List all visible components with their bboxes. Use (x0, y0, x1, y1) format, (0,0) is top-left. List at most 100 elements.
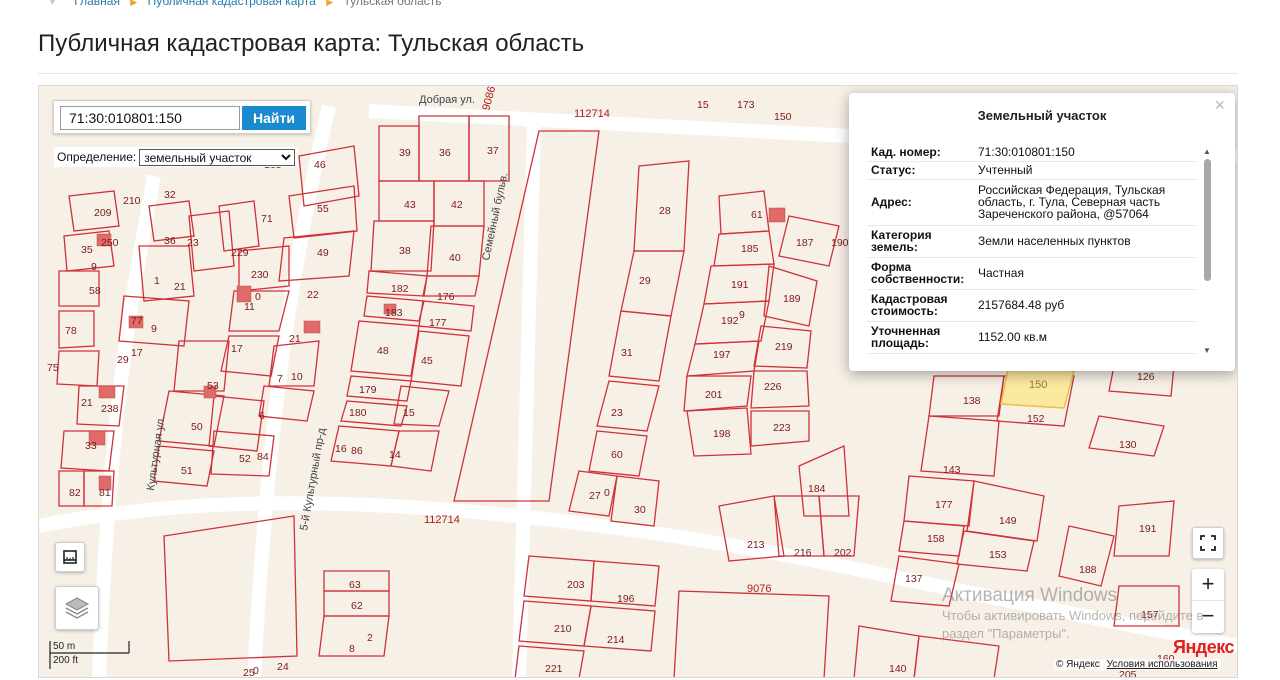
parcel-number-label: 219 (775, 341, 793, 353)
info-label: Форма собственности: (867, 257, 975, 290)
parcel-number-label: 9 (91, 261, 97, 273)
parcel-number-label: 8 (349, 643, 355, 655)
parcel-number-label: 10 (291, 371, 303, 383)
layers-icon (64, 597, 90, 619)
table-row: Уточненная площадь: 1152.00 кв.м (867, 321, 1197, 354)
parcel-number-label: 17 (231, 343, 243, 355)
info-value: 1152.00 кв.м (975, 321, 1197, 354)
table-row: Кадастровая стоимость: 2157684.48 руб (867, 289, 1197, 322)
parcel-number-label: 189 (783, 293, 801, 305)
table-row: Форма собственности: Частная (867, 257, 1197, 290)
parcel-number-label: 39 (399, 147, 411, 159)
cadastral-search-input[interactable] (60, 106, 240, 130)
parcel-number-label: 177 (429, 317, 447, 329)
info-value: 2157684.48 руб (975, 289, 1197, 322)
parcel-number-label: 49 (317, 247, 329, 259)
terms-link[interactable]: Условия использования (1107, 659, 1218, 670)
search-button[interactable]: Найти (242, 106, 306, 130)
block-label-9076: 9076 (747, 583, 771, 595)
popup-title: Земельный участок (977, 108, 1107, 123)
parcel-number-label: 45 (421, 355, 433, 367)
layers-button[interactable] (55, 586, 99, 630)
fullscreen-button[interactable] (1192, 527, 1224, 559)
parcel-number-label: 61 (751, 209, 763, 221)
watermark-line: раздел "Параметры". (942, 626, 1070, 641)
parcel-number-label: 226 (764, 381, 782, 393)
parcel-number-label: 51 (181, 465, 193, 477)
scale-metric: 50 m (53, 641, 76, 652)
info-value: Частная (975, 257, 1197, 290)
info-value: Земли населенных пунктов (975, 225, 1197, 258)
breadcrumb-home-link[interactable]: Главная (74, 0, 120, 8)
parcel-number-label: 191 (1139, 523, 1157, 535)
info-label: Категория земель: (867, 225, 975, 258)
parcel-number-label: 71 (261, 213, 273, 225)
parcel-number-label: 6 (259, 410, 265, 422)
cadastral-map[interactable]: Добрая ул. Семейный бульв. Культурная ул… (38, 85, 1238, 678)
parcel-number-label: 152 (1027, 413, 1045, 425)
parcel-number-label: 63 (349, 579, 361, 591)
definition-select[interactable]: земельный участок (139, 148, 296, 166)
parcel-number-label: 213 (747, 539, 765, 551)
block-label-112714-top: 112714 (574, 108, 610, 120)
breadcrumb-separator-icon: ▶ (326, 0, 334, 7)
parcel-number-label: 78 (65, 325, 77, 337)
parcel-number-label: 9 (151, 323, 157, 335)
info-label: Кадастровая стоимость: (867, 289, 975, 322)
parcel-number-label: 153 (989, 549, 1007, 561)
parcel-number-label: 86 (351, 445, 363, 457)
scroll-down-icon[interactable]: ▼ (1203, 346, 1211, 355)
yandex-logo[interactable]: Яндекс (1173, 637, 1235, 658)
scroll-thumb[interactable] (1204, 159, 1211, 281)
info-value: 71:30:010801:150 (975, 143, 1197, 162)
parcel-number-label: 17 (131, 347, 143, 359)
parcel-number-label: 179 (359, 384, 377, 396)
parcel-number-label: 191 (731, 279, 749, 291)
title-divider (38, 73, 1238, 74)
parcel-number-label: 180 (349, 407, 367, 419)
parcel-number-label: 197 (713, 349, 731, 361)
parcel-number-label: 58 (89, 285, 101, 297)
table-row: Статус: Учтенный (867, 161, 1197, 180)
parcel-number-label: 28 (659, 205, 671, 217)
parcel-number-label: 205 (1119, 669, 1137, 678)
breadcrumb: ▼ Главная ▶ Публичная кадастровая карта … (48, 0, 442, 8)
scale-imperial: 200 ft (53, 655, 79, 666)
parcel-number-label: 209 (94, 207, 112, 219)
parcel-number-label: 0 (253, 665, 259, 677)
parcel-number-label: 250 (101, 237, 119, 249)
parcel-number-label: 42 (451, 199, 463, 211)
parcel-number-label: 196 (617, 593, 635, 605)
parcel-number-label: 214 (607, 634, 625, 646)
watermark-line: Чтобы активировать Windows, перейдите в (942, 608, 1204, 623)
parcel-number-label: 37 (487, 145, 499, 157)
parcel-number-label: 221 (545, 663, 563, 675)
scroll-up-icon[interactable]: ▲ (1203, 147, 1211, 156)
parcel-number-label: 185 (741, 243, 759, 255)
ruler-button[interactable] (55, 542, 85, 572)
copyright-text: © Яндекс (1056, 659, 1100, 670)
watermark-title: Активация Windows (942, 585, 1118, 606)
table-row: Адрес: Российская Федерация, Тульская обл… (867, 179, 1197, 226)
parcel-number-label: 1 (154, 275, 160, 287)
parcel-number-label: 176 (437, 291, 455, 303)
fullscreen-icon (1200, 535, 1216, 551)
info-value: Российская Федерация, Тульская область, … (975, 179, 1197, 226)
parcel-number-label: 21 (289, 333, 301, 345)
parcel-number-label: 188 (1079, 564, 1097, 576)
parcel-number-label: 138 (963, 395, 981, 407)
street-label-dobraya: Добрая ул. (419, 94, 475, 106)
parcel-number-label: 38 (399, 245, 411, 257)
parcel-number-label: 50 (191, 421, 203, 433)
info-label: Статус: (867, 161, 975, 180)
parcel-number-label: 82 (69, 487, 81, 499)
definition-row: Определение: земельный участок (54, 147, 299, 167)
block-label-112714-bottom: 112714 (424, 514, 460, 526)
table-row: Категория земель: Земли населенных пункто… (867, 225, 1197, 258)
parcel-number-label: 77 (131, 315, 143, 327)
parcel-number-label: 11 (244, 301, 255, 313)
parcel-number-label: 81 (99, 487, 111, 499)
popup-scrollbar[interactable]: ▲ ▼ (1202, 147, 1212, 355)
parcel-number-label: 35 (81, 244, 93, 256)
breadcrumb-map-link[interactable]: Публичная кадастровая карта (148, 0, 316, 8)
